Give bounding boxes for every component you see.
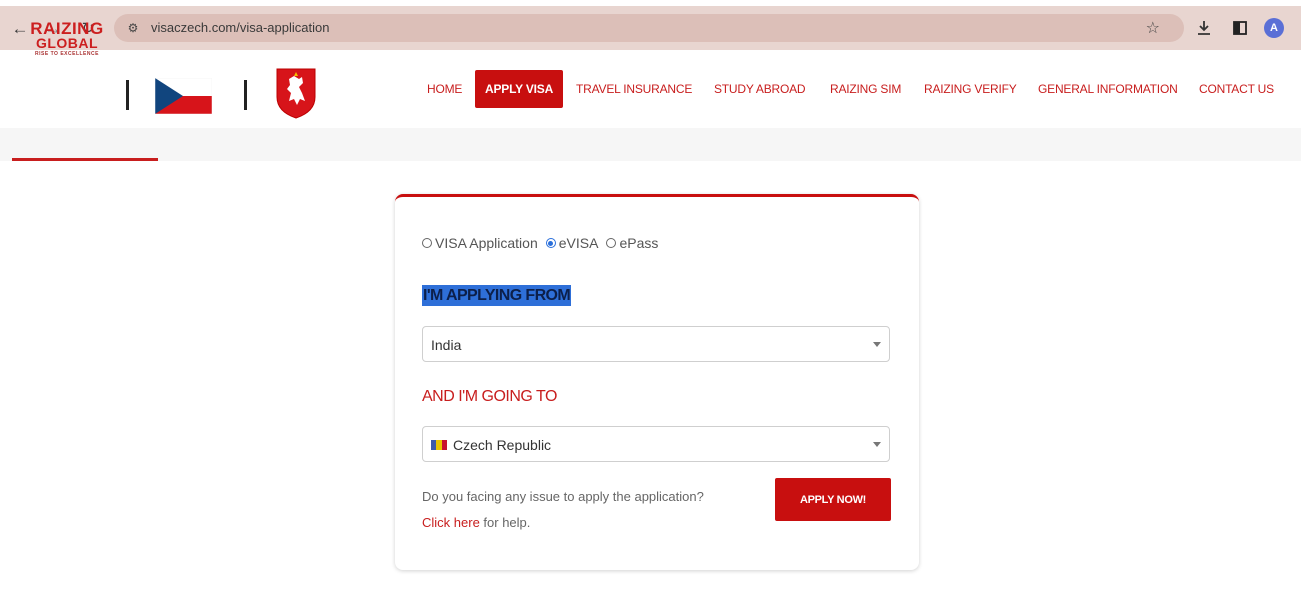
applying-from-value: India xyxy=(431,337,462,353)
applying-from-select[interactable]: India xyxy=(422,326,890,362)
applying-from-heading: I'M APPLYING FROM xyxy=(422,285,572,306)
active-tab-underline xyxy=(12,158,158,161)
nav-travel-insurance[interactable]: TRAVEL INSURANCE xyxy=(576,70,692,108)
nav-raizing-verify[interactable]: RAIZING VERIFY xyxy=(924,70,1017,108)
site-settings-icon[interactable]: ⚙ xyxy=(124,20,142,36)
application-type-radio-group: VISA Application eVISA ePass xyxy=(422,235,666,251)
radio-visa-application-circle[interactable] xyxy=(422,238,432,248)
flag-divider xyxy=(244,80,247,110)
nav-apply-visa[interactable]: APPLY VISA xyxy=(475,70,564,108)
czech-flag-icon xyxy=(155,78,212,114)
bookmark-star-icon[interactable]: ☆ xyxy=(1146,18,1160,38)
radio-evisa[interactable]: eVISA xyxy=(545,235,599,251)
radio-visa-application[interactable]: VISA Application xyxy=(422,235,538,251)
click-here-link[interactable]: Click here xyxy=(422,515,480,530)
chevron-down-icon[interactable] xyxy=(873,342,881,347)
radio-epass-label: ePass xyxy=(619,235,659,251)
nav-study-abroad[interactable]: STUDY ABROAD xyxy=(714,70,806,108)
help-text: Do you facing any issue to apply the app… xyxy=(422,484,704,536)
avatar-letter: A xyxy=(1264,18,1284,38)
apply-now-button[interactable]: APPLY NOW! xyxy=(775,478,891,521)
radio-epass-circle[interactable] xyxy=(606,238,617,248)
help-question: Do you facing any issue to apply the app… xyxy=(422,489,704,504)
going-to-value-wrap: Czech Republic xyxy=(431,437,551,453)
header-subbar xyxy=(0,128,1301,161)
radio-epass[interactable]: ePass xyxy=(606,235,658,251)
going-to-value: Czech Republic xyxy=(453,437,552,453)
going-to-heading: AND I'M GOING TO xyxy=(422,388,557,405)
logo-line-1: RAIZING xyxy=(30,19,104,38)
help-suffix: for help. xyxy=(479,515,531,530)
address-bar[interactable]: ⚙ visaczech.com/visa-application ☆ xyxy=(114,14,1184,42)
logo-tagline: RISE TO EXCELLENCE xyxy=(35,51,99,57)
logo-divider xyxy=(126,80,129,110)
chevron-down-icon[interactable] xyxy=(873,442,881,447)
country-flag-icon xyxy=(431,440,447,450)
going-to-select[interactable]: Czech Republic xyxy=(422,426,890,462)
czech-coat-of-arms-icon xyxy=(276,68,316,119)
visa-application-card: VISA Application eVISA ePass I'M APPLYIN… xyxy=(395,194,919,570)
logo-line-2: GLOBAL xyxy=(35,35,99,51)
radio-visa-application-label: VISA Application xyxy=(435,235,538,251)
nav-raizing-sim[interactable]: RAIZING SIM xyxy=(830,70,901,108)
radio-evisa-label: eVISA xyxy=(558,235,599,251)
sidepanel-icon[interactable] xyxy=(1228,16,1252,40)
nav-contact-us[interactable]: CONTACT US xyxy=(1199,70,1274,108)
profile-avatar[interactable]: A xyxy=(1262,16,1286,40)
download-icon[interactable] xyxy=(1192,16,1216,40)
raizing-global-logo[interactable]: RAIZING GLOBAL RISE TO EXCELLENCE xyxy=(27,19,107,58)
help-line: Click here for help. xyxy=(422,510,704,536)
url-text: visaczech.com/visa-application xyxy=(151,20,330,35)
radio-evisa-circle[interactable] xyxy=(545,238,556,248)
applying-from-heading-text: I'M APPLYING FROM xyxy=(422,285,572,306)
browser-chrome: ← → ↻ ⚙ visaczech.com/visa-application ☆… xyxy=(0,0,1301,56)
nav-general-information[interactable]: GENERAL INFORMATION xyxy=(1038,70,1178,108)
nav-home[interactable]: HOME xyxy=(427,70,462,108)
